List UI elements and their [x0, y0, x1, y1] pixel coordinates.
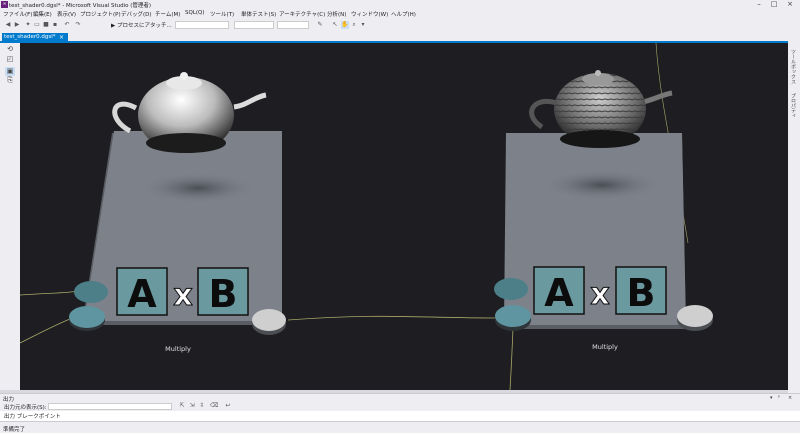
status-bar: 準備完了: [0, 421, 800, 433]
node-label: Multiply: [165, 345, 191, 353]
save-icon[interactable]: ■: [42, 21, 50, 29]
minimize-button[interactable]: –: [752, 0, 766, 9]
select-tool-icon[interactable]: ↖: [331, 21, 339, 29]
menu-tools[interactable]: ツール(T): [210, 10, 234, 18]
svg-text:A: A: [544, 271, 574, 315]
export-icon[interactable]: ⎘: [5, 76, 15, 85]
title-bar: ∞ test_shader0.dgsl* - Microsoft Visual …: [0, 0, 800, 9]
input-pin-a[interactable]: [494, 278, 528, 300]
dropdown-icon[interactable]: ▾: [770, 395, 773, 401]
input-pin-b[interactable]: [69, 306, 105, 328]
maximize-button[interactable]: □: [767, 0, 781, 9]
connection-wire[interactable]: [287, 315, 497, 321]
output-source-label: 出力元の表示(S):: [4, 405, 47, 411]
input-pin-b[interactable]: [495, 305, 531, 327]
svg-text:x: x: [173, 278, 192, 313]
svg-text:B: B: [627, 271, 656, 315]
svg-text:A: A: [127, 272, 157, 316]
menu-file[interactable]: ファイル(F): [3, 10, 32, 18]
status-text: 準備完了: [3, 427, 26, 433]
shape-icon[interactable]: ◰: [5, 55, 15, 64]
window-title: test_shader0.dgsl* - Microsoft Visual St…: [9, 3, 152, 9]
document-tab-label: test_shader0.dgsl*: [4, 34, 56, 40]
output-toolbar: 出力元の表示(S): ⇱ ⇲ ⇳ ⌫ ↩: [0, 402, 800, 411]
tab-properties[interactable]: プロパティ: [790, 93, 797, 118]
menu-bar: ファイル(F) 編集(E) 表示(V) プロジェクト(P) デバッグ(D) チー…: [0, 9, 800, 28]
menu-view[interactable]: 表示(V): [57, 10, 76, 18]
output-pin[interactable]: [677, 305, 713, 327]
find-message-icon[interactable]: ⇱: [178, 402, 186, 410]
find-icon[interactable]: ✎: [316, 21, 324, 29]
preview-icon[interactable]: ▣: [5, 67, 15, 76]
pin-icon[interactable]: ᵖ: [778, 395, 780, 401]
menu-edit[interactable]: 編集(E): [33, 10, 52, 18]
platform-combo[interactable]: [234, 21, 274, 29]
close-icon[interactable]: ×: [788, 395, 792, 401]
back-icon[interactable]: ◀: [4, 21, 12, 29]
output-panel-header: 出力 ▾ ᵖ ×: [0, 393, 800, 403]
right-panel-tabs: ツールボックス プロパティ: [788, 33, 800, 390]
shader-graph: A x B Multiply A x B Multiply: [20, 43, 713, 390]
configuration-combo[interactable]: [175, 21, 229, 29]
multiply-node[interactable]: A x B Multiply: [69, 72, 286, 353]
forward-icon[interactable]: ▶: [13, 21, 21, 29]
output-text-area[interactable]: 出力 ブレークポイント: [0, 411, 800, 421]
undo-icon[interactable]: ↶: [63, 21, 71, 29]
close-button[interactable]: ×: [783, 0, 797, 9]
connection-wire[interactable]: [509, 327, 514, 390]
menu-project[interactable]: プロジェクト(P): [80, 10, 121, 18]
svg-text:B: B: [209, 272, 238, 316]
output-pin[interactable]: [252, 309, 286, 331]
open-icon[interactable]: ▭: [33, 21, 41, 29]
output-line: 出力 ブレークポイント: [4, 414, 61, 420]
target-combo[interactable]: [277, 21, 309, 29]
menu-sql[interactable]: SQL(Q): [185, 10, 205, 16]
new-project-icon[interactable]: ✦: [24, 21, 32, 29]
next-message-icon[interactable]: ⇳: [198, 402, 206, 410]
teapot-shadow: [540, 169, 664, 201]
word-wrap-icon[interactable]: ↩: [224, 402, 232, 410]
menu-team[interactable]: チーム(M): [155, 10, 180, 18]
rotate-icon[interactable]: ⟲: [5, 45, 15, 54]
menu-analyze[interactable]: 分析(N): [327, 10, 346, 18]
svg-text:x: x: [590, 277, 609, 312]
connection-wire[interactable]: [20, 318, 71, 344]
node-label: Multiply: [592, 343, 618, 351]
designer-tool-strip: ⟲ ◰ ▣ ⎘: [0, 43, 20, 390]
zoom-tool-icon[interactable]: ⌕: [350, 21, 358, 29]
prev-message-icon[interactable]: ⇲: [188, 402, 196, 410]
menu-window[interactable]: ウィンドウ(W): [351, 10, 388, 18]
output-source-select[interactable]: [48, 403, 172, 410]
save-all-icon[interactable]: ▪: [51, 21, 59, 29]
menu-help[interactable]: ヘルプ(H): [391, 10, 416, 18]
visual-studio-icon: ∞: [1, 1, 8, 8]
input-pin-a[interactable]: [74, 281, 108, 303]
menu-debug[interactable]: デバッグ(D): [121, 10, 152, 18]
attach-process-button[interactable]: ▶ プロセスにアタッチ...: [111, 21, 172, 29]
pan-tool-icon[interactable]: ✋: [341, 21, 349, 29]
redo-icon[interactable]: ↷: [74, 21, 82, 29]
connection-wire[interactable]: [20, 290, 79, 296]
fit-view-icon[interactable]: ▾: [359, 21, 367, 29]
toolbar: ◀ ▶ ✦ ▭ ■ ▪ ↶ ↷ ▶ プロセスにアタッチ... ✎ ↖ ✋ ⌕ ▾: [0, 19, 800, 31]
menu-unit-test[interactable]: 単体テスト(S): [241, 10, 276, 18]
clear-all-icon[interactable]: ⌫: [210, 402, 218, 410]
multiply-node[interactable]: A x B Multiply: [494, 70, 713, 351]
tab-toolbox[interactable]: ツールボックス: [790, 49, 797, 84]
teapot-shadow: [138, 172, 258, 204]
menu-architecture[interactable]: アーキテクチャ(C): [279, 10, 325, 18]
shader-designer-canvas[interactable]: A x B Multiply A x B Multiply: [20, 43, 788, 390]
